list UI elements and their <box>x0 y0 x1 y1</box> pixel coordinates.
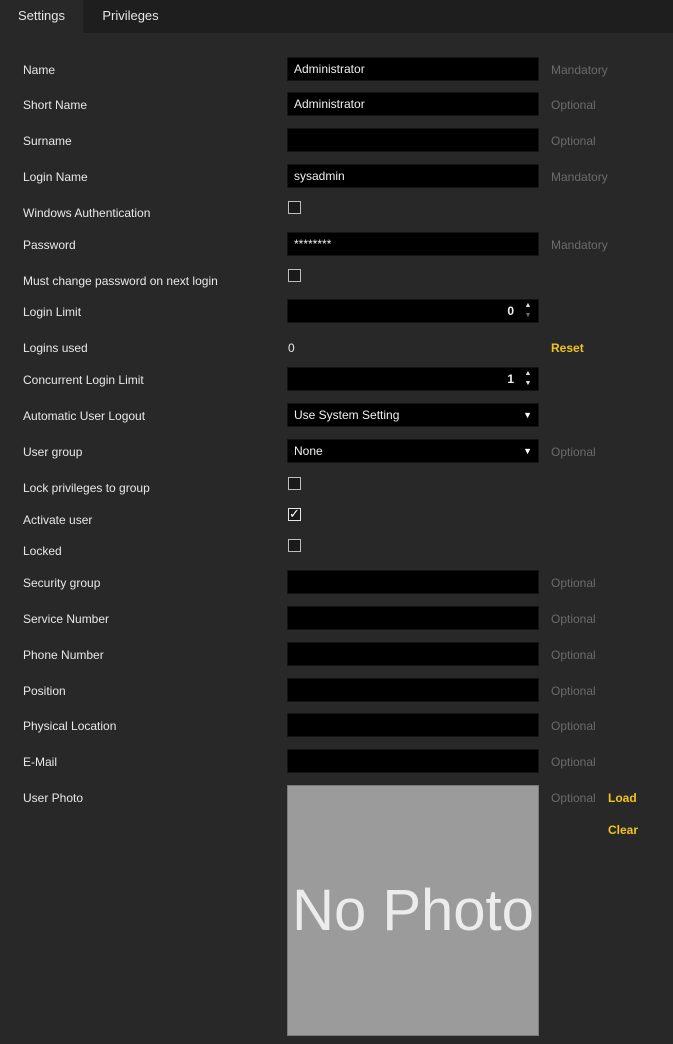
login-name-label: Login Name <box>23 170 88 184</box>
short-name-hint: Optional <box>551 98 596 112</box>
reset-button[interactable]: Reset <box>551 341 584 355</box>
lock-privileges-checkbox[interactable] <box>288 477 301 490</box>
login-limit-label: Login Limit <box>23 305 82 319</box>
email-field[interactable] <box>287 749 539 773</box>
user-photo-label: User Photo <box>23 791 84 805</box>
tab-bar: Settings Privileges <box>0 0 673 33</box>
email-label: E-Mail <box>23 755 58 769</box>
name-label: Name <box>23 63 56 77</box>
logins-used-label: Logins used <box>23 341 88 355</box>
security-group-label: Security group <box>23 576 101 590</box>
service-number-label: Service Number <box>23 612 110 626</box>
checkmark-icon: ✓ <box>289 506 300 521</box>
tab-settings[interactable]: Settings <box>0 0 83 33</box>
physical-location-label: Physical Location <box>23 719 117 733</box>
security-group-hint: Optional <box>551 576 596 590</box>
user-group-hint: Optional <box>551 445 596 459</box>
load-photo-button[interactable]: Load <box>608 791 637 805</box>
windows-auth-label: Windows Authentication <box>23 206 151 220</box>
auto-logout-select[interactable]: Use System Setting ▼ <box>287 403 539 427</box>
activate-user-checkbox[interactable]: ✓ <box>288 506 301 521</box>
password-hint: Mandatory <box>551 238 608 252</box>
spin-down-icon[interactable]: ▼ <box>522 311 534 321</box>
windows-auth-checkbox[interactable] <box>288 201 301 214</box>
position-field[interactable] <box>287 678 539 702</box>
dropdown-arrow-icon: ▼ <box>523 446 532 456</box>
locked-checkbox[interactable] <box>288 539 301 552</box>
login-limit-value: 0 <box>507 304 514 318</box>
surname-hint: Optional <box>551 134 596 148</box>
spin-up-icon[interactable]: ▲ <box>522 369 534 379</box>
auto-logout-label: Automatic User Logout <box>23 409 146 423</box>
user-photo-preview[interactable]: No Photo <box>287 785 539 1036</box>
auto-logout-value: Use System Setting <box>294 408 400 422</box>
login-name-field[interactable]: sysadmin <box>287 164 539 188</box>
physical-location-hint: Optional <box>551 719 596 733</box>
security-group-field[interactable] <box>287 570 539 594</box>
position-hint: Optional <box>551 684 596 698</box>
name-hint: Mandatory <box>551 63 608 77</box>
position-label: Position <box>23 684 66 698</box>
must-change-label: Must change password on next login <box>23 274 218 288</box>
spin-up-icon[interactable]: ▲ <box>522 301 534 311</box>
short-name-field[interactable]: Administrator <box>287 92 539 116</box>
no-photo-text: No Photo <box>292 878 534 943</box>
lock-privileges-label: Lock privileges to group <box>23 481 150 495</box>
phone-number-label: Phone Number <box>23 648 104 662</box>
surname-field[interactable] <box>287 128 539 152</box>
password-field[interactable]: ******** <box>287 232 539 256</box>
user-photo-hint: Optional <box>551 791 596 805</box>
login-name-hint: Mandatory <box>551 170 608 184</box>
login-limit-stepper[interactable]: 0 ▲ ▼ <box>287 299 539 323</box>
user-group-select[interactable]: None ▼ <box>287 439 539 463</box>
dropdown-arrow-icon: ▼ <box>523 410 532 420</box>
locked-label: Locked <box>23 544 62 558</box>
phone-number-hint: Optional <box>551 648 596 662</box>
concurrent-limit-stepper[interactable]: 1 ▲ ▼ <box>287 367 539 391</box>
concurrent-limit-spinner[interactable]: ▲ ▼ <box>522 369 534 389</box>
concurrent-limit-value: 1 <box>507 372 514 386</box>
user-group-label: User group <box>23 445 83 459</box>
spin-down-icon[interactable]: ▼ <box>522 379 534 389</box>
service-number-hint: Optional <box>551 612 596 626</box>
must-change-checkbox[interactable] <box>288 269 301 282</box>
service-number-field[interactable] <box>287 606 539 630</box>
email-hint: Optional <box>551 755 596 769</box>
logins-used-value: 0 <box>288 341 295 355</box>
login-limit-spinner[interactable]: ▲ ▼ <box>522 301 534 321</box>
clear-photo-button[interactable]: Clear <box>608 823 638 837</box>
tab-privileges[interactable]: Privileges <box>83 0 178 33</box>
surname-label: Surname <box>23 134 72 148</box>
concurrent-limit-label: Concurrent Login Limit <box>23 373 144 387</box>
phone-number-field[interactable] <box>287 642 539 666</box>
short-name-label: Short Name <box>23 98 88 112</box>
password-label: Password <box>23 238 76 252</box>
name-field[interactable]: Administrator <box>287 57 539 81</box>
physical-location-field[interactable] <box>287 713 539 737</box>
activate-user-label: Activate user <box>23 513 93 527</box>
user-group-value: None <box>294 444 323 458</box>
